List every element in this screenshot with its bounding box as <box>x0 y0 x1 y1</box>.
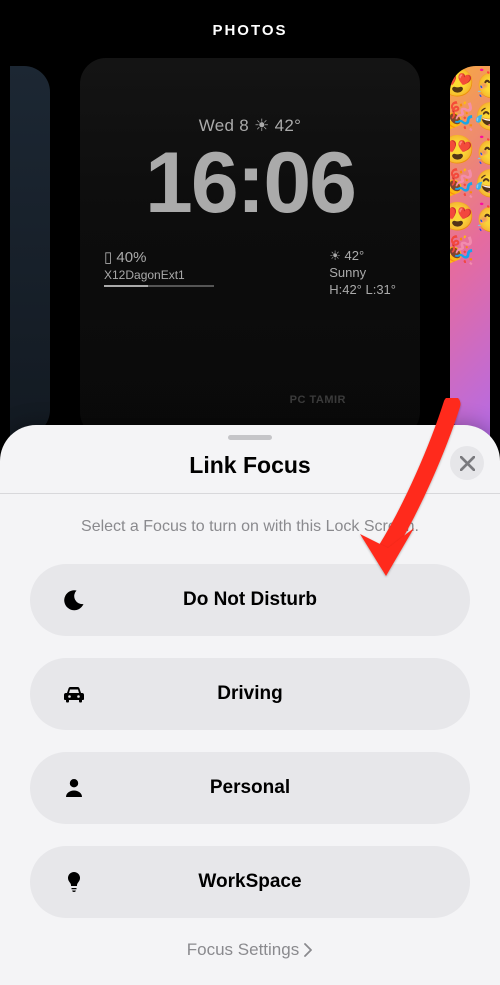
battery-wifi-widget: ▯ 40% X12DagonExt1 <box>104 248 329 299</box>
wallpaper-preview-current[interactable]: Wed 8 ☀︎ 42° 16:06 ▯ 40% X12DagonExt1 ☀︎… <box>80 58 420 438</box>
focus-list: Do Not Disturb Driving Personal WorkSpac… <box>0 564 500 918</box>
link-focus-sheet: Link Focus Select a Focus to turn on wit… <box>0 425 500 985</box>
focus-settings-link[interactable]: Focus Settings <box>0 940 500 960</box>
photos-header-label: PHOTOS <box>0 0 500 53</box>
sheet-title: Link Focus <box>189 452 310 478</box>
focus-item-personal[interactable]: Personal <box>30 752 470 824</box>
sheet-grabber[interactable] <box>228 435 272 440</box>
close-icon <box>460 456 475 471</box>
chevron-right-icon <box>303 943 313 957</box>
wallpaper-preview-next[interactable] <box>450 66 490 436</box>
battery-level: ▯ 40% <box>104 248 329 266</box>
weather-hilo: H:42° L:31° <box>329 282 396 299</box>
focus-item-label: WorkSpace <box>60 871 440 893</box>
lockscreen-date: Wed 8 ☀︎ 42° <box>100 116 400 136</box>
lockscreen-clock: 16:06 <box>100 140 400 226</box>
lockscreen-widgets: ▯ 40% X12DagonExt1 ☀︎ 42° Sunny H:42° L:… <box>100 248 400 299</box>
sheet-header: Link Focus <box>0 448 500 493</box>
focus-item-workspace[interactable]: WorkSpace <box>30 846 470 918</box>
focus-item-label: Personal <box>60 777 440 799</box>
weather-widget: ☀︎ 42° Sunny H:42° L:31° <box>329 248 396 299</box>
wallpaper-photo-detail: PC TAMIR <box>286 392 350 408</box>
wifi-signal-bar <box>104 285 214 287</box>
focus-item-label: Do Not Disturb <box>60 589 440 611</box>
wifi-name: X12DagonExt1 <box>104 268 329 282</box>
wallpaper-carousel[interactable]: Wed 8 ☀︎ 42° 16:06 ▯ 40% X12DagonExt1 ☀︎… <box>0 58 500 458</box>
focus-item-driving[interactable]: Driving <box>30 658 470 730</box>
focus-item-do-not-disturb[interactable]: Do Not Disturb <box>30 564 470 636</box>
weather-temp: ☀︎ 42° <box>329 248 396 265</box>
wallpaper-preview-prev[interactable] <box>10 66 50 436</box>
close-button[interactable] <box>450 446 484 480</box>
weather-condition: Sunny <box>329 265 396 282</box>
focus-settings-label: Focus Settings <box>187 940 299 960</box>
focus-item-label: Driving <box>60 683 440 705</box>
sheet-subtitle: Select a Focus to turn on with this Lock… <box>0 494 500 564</box>
